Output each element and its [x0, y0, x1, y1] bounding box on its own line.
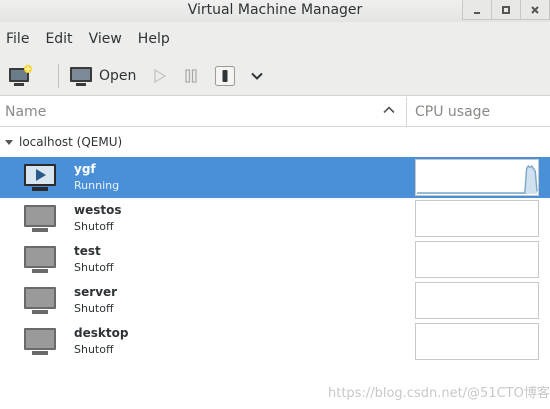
window-controls	[462, 0, 550, 20]
menu-bar: File Edit View Help	[0, 22, 550, 56]
title-bar: Virtual Machine Manager	[0, 0, 550, 22]
cpu-usage-graph	[415, 241, 539, 278]
watermark: https://blog.csdn.net/@51CTO博客	[328, 386, 550, 401]
window-title: Virtual Machine Manager	[187, 2, 363, 18]
sort-ascending-icon	[383, 106, 395, 114]
shutdown-button[interactable]	[214, 65, 236, 87]
shutoff-vm-icon	[24, 205, 56, 232]
cpu-usage-line	[417, 164, 538, 194]
minimize-button[interactable]	[463, 0, 492, 19]
vm-row-desktop[interactable]: desktop Shutoff	[0, 321, 550, 362]
vm-name: desktop	[74, 326, 129, 340]
vm-row-ygf[interactable]: ygf Running	[0, 157, 550, 198]
menu-edit[interactable]: Edit	[45, 31, 72, 47]
vm-row-test[interactable]: test Shutoff	[0, 239, 550, 280]
vm-name: westos	[74, 203, 122, 217]
new-vm-icon	[9, 64, 32, 86]
toolbar: Open	[0, 56, 550, 96]
vm-name: test	[74, 244, 101, 258]
cpu-usage-graph	[415, 200, 539, 237]
maximize-icon	[502, 5, 510, 14]
menu-help[interactable]: Help	[138, 31, 170, 47]
shutdown-icon	[215, 65, 236, 86]
shutoff-vm-icon	[24, 246, 56, 273]
open-button-label: Open	[99, 67, 137, 84]
vm-status: Shutoff	[74, 302, 114, 315]
open-button[interactable]: Open	[69, 65, 136, 87]
cpu-usage-graph	[415, 323, 539, 360]
menu-view[interactable]: View	[89, 31, 122, 47]
vm-name: server	[74, 285, 118, 299]
vm-row-westos[interactable]: westos Shutoff	[0, 198, 550, 239]
open-console-icon	[70, 66, 92, 86]
name-column-header[interactable]: Name	[0, 97, 407, 126]
vm-name: ygf	[74, 162, 96, 176]
vm-status: Shutoff	[74, 343, 114, 356]
shutoff-vm-icon	[24, 287, 56, 314]
connection-label: localhost (QEMU)	[19, 135, 123, 149]
vm-status: Shutoff	[74, 220, 114, 233]
cpu-column-label: CPU usage	[415, 103, 491, 120]
column-header: Name CPU usage	[0, 97, 550, 127]
vm-status: Shutoff	[74, 261, 114, 274]
connection-group-row[interactable]: localhost (QEMU)	[0, 130, 550, 154]
new-vm-button[interactable]	[8, 64, 34, 88]
shutoff-vm-icon	[24, 328, 56, 355]
maximize-button[interactable]	[492, 0, 521, 19]
name-column-label: Name	[5, 103, 47, 120]
running-vm-icon	[24, 164, 56, 191]
menu-file[interactable]: File	[6, 31, 29, 47]
cpu-column-header[interactable]: CPU usage	[407, 97, 550, 126]
close-button[interactable]	[521, 0, 549, 19]
close-icon	[531, 5, 539, 14]
minimize-icon	[474, 11, 480, 14]
cpu-usage-graph	[415, 282, 539, 319]
vm-status: Running	[74, 179, 120, 192]
cpu-usage-area	[417, 166, 537, 194]
pause-icon	[185, 68, 198, 83]
expander-icon[interactable]	[4, 137, 14, 147]
shutdown-menu-button[interactable]	[250, 69, 264, 83]
vm-row-server[interactable]: server Shutoff	[0, 280, 550, 321]
run-button[interactable]	[150, 67, 168, 85]
toolbar-separator	[58, 63, 59, 88]
pause-button[interactable]	[182, 67, 200, 85]
run-icon	[154, 68, 167, 83]
cpu-usage-graph	[415, 159, 539, 196]
chevron-down-icon	[251, 72, 264, 80]
